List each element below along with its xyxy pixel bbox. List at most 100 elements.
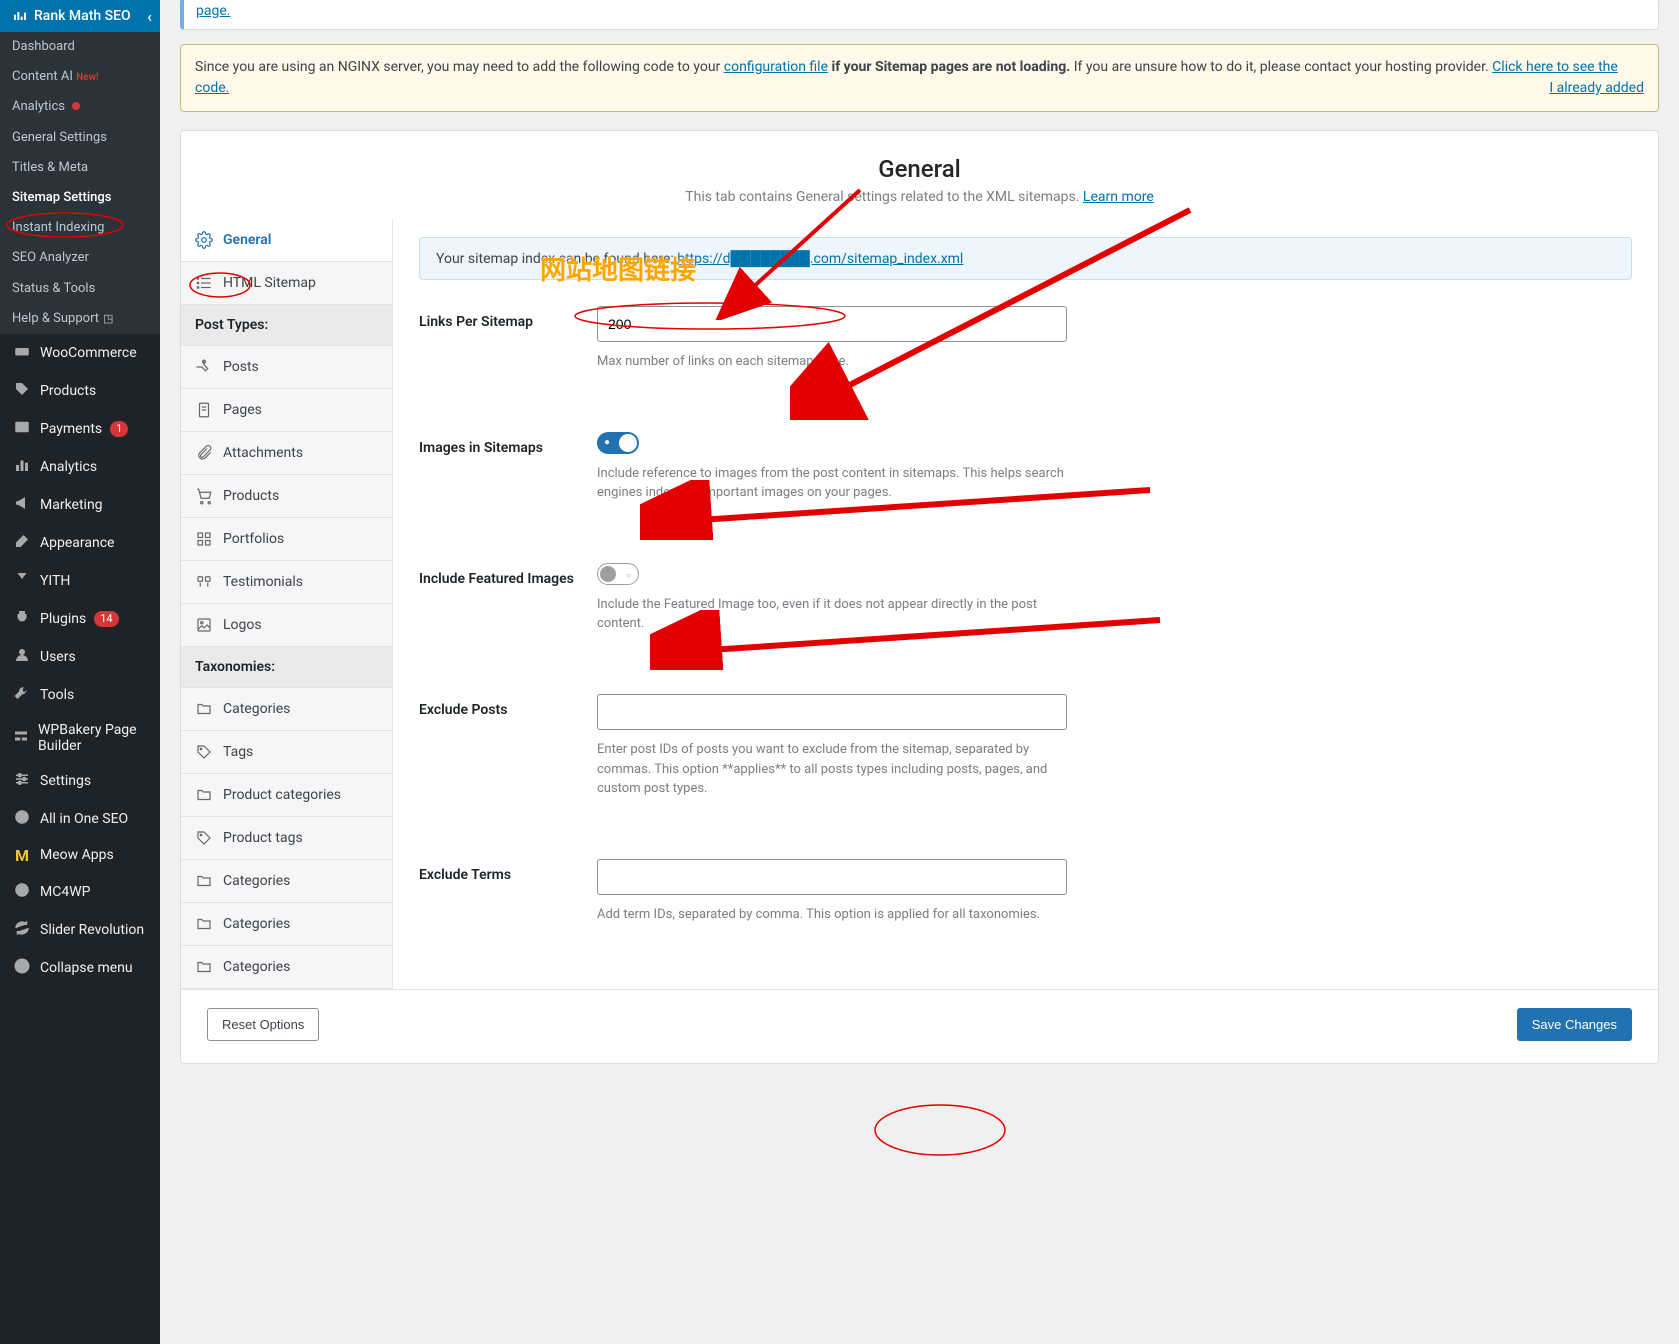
- card-footer: Reset Options Save Changes: [181, 989, 1658, 1063]
- sidebar-item-products[interactable]: Products: [0, 372, 160, 410]
- sidebar-item-collapse[interactable]: Collapse menu: [0, 949, 160, 987]
- tag-icon: [195, 829, 213, 847]
- tab-categories[interactable]: Categories: [181, 688, 392, 731]
- submenu-content-ai[interactable]: Content AI New!: [0, 62, 160, 92]
- sidebar-item-settings[interactable]: Settings: [0, 762, 160, 800]
- folder-icon: [195, 786, 213, 804]
- tab-product-categories[interactable]: Product categories: [181, 774, 392, 817]
- main-content: page. Since you are using an NGINX serve…: [160, 0, 1679, 1344]
- collapse-icon: [12, 957, 32, 979]
- sidebar-brand[interactable]: Rank Math SEO ‹: [0, 0, 160, 32]
- learn-more-link[interactable]: Learn more: [1083, 189, 1154, 205]
- links-input[interactable]: [597, 306, 1067, 342]
- submenu-instant-indexing[interactable]: Instant Indexing: [0, 213, 160, 243]
- exclude-terms-input[interactable]: [597, 859, 1067, 895]
- images-desc: Include reference to images from the pos…: [597, 464, 1067, 503]
- sidebar-item-payments[interactable]: $Payments1: [0, 410, 160, 448]
- already-added-link[interactable]: I already added: [1549, 78, 1644, 99]
- exclude-posts-input[interactable]: [597, 694, 1067, 730]
- reset-button[interactable]: Reset Options: [207, 1008, 319, 1041]
- sidebar-item-plugins[interactable]: Plugins14: [0, 600, 160, 638]
- toggle-i-icon: ●: [604, 436, 610, 450]
- meow-icon: M: [12, 846, 32, 865]
- plug-icon: [12, 608, 32, 630]
- sidebar-item-tools[interactable]: Tools: [0, 676, 160, 714]
- submenu-dashboard[interactable]: Dashboard: [0, 32, 160, 62]
- submenu-sitemap-settings[interactable]: Sitemap Settings: [0, 183, 160, 213]
- sitemap-info-box: Your sitemap index can be found here: ht…: [419, 237, 1632, 280]
- sidebar-item-analytics[interactable]: Analytics: [0, 448, 160, 486]
- sidebar-item-aioseo[interactable]: All in One SEO: [0, 800, 160, 838]
- sidebar-item-woocommerce[interactable]: WooCommerce: [0, 334, 160, 372]
- field-images-in-sitemaps: Images in Sitemaps ● Include reference t…: [419, 402, 1632, 533]
- pin-icon: [195, 358, 213, 376]
- settings-tabs: General HTML Sitemap Post Types: Posts P…: [181, 219, 393, 989]
- card-header: General This tab contains General settin…: [181, 131, 1658, 219]
- submenu-help-support[interactable]: Help & Support◳: [0, 304, 160, 334]
- woo-icon: [12, 342, 32, 364]
- notice-clip-link[interactable]: page.: [196, 3, 230, 19]
- featured-toggle[interactable]: ○: [597, 563, 639, 585]
- tab-attachments[interactable]: Attachments: [181, 432, 392, 475]
- field-exclude-terms: Exclude Terms Add term IDs, separated by…: [419, 829, 1632, 955]
- chart-icon: [12, 456, 32, 478]
- rankmath-icon: [12, 8, 28, 24]
- grid-icon: [195, 530, 213, 548]
- tab-categories-2[interactable]: Categories: [181, 860, 392, 903]
- folder-icon: [195, 872, 213, 890]
- tab-products[interactable]: Products: [181, 475, 392, 518]
- tab-categories-4[interactable]: Categories: [181, 946, 392, 989]
- sidebar-item-mc4wp[interactable]: MC4WP: [0, 873, 160, 911]
- page-title: General: [197, 155, 1642, 183]
- tab-html-sitemap[interactable]: HTML Sitemap: [181, 262, 392, 305]
- refresh-icon: [12, 919, 32, 941]
- submenu-status-tools[interactable]: Status & Tools: [0, 274, 160, 304]
- settings-card: General This tab contains General settin…: [180, 130, 1659, 1064]
- tab-product-tags[interactable]: Product tags: [181, 817, 392, 860]
- tab-general[interactable]: General: [181, 219, 392, 262]
- card-body: General HTML Sitemap Post Types: Posts P…: [181, 219, 1658, 989]
- tab-header-post-types: Post Types:: [181, 305, 392, 346]
- images-label: Images in Sitemaps: [419, 432, 577, 503]
- badge: 1: [110, 421, 128, 437]
- tab-portfolios[interactable]: Portfolios: [181, 518, 392, 561]
- submenu-analytics[interactable]: Analytics: [0, 92, 160, 122]
- submenu-seo-analyzer[interactable]: SEO Analyzer: [0, 243, 160, 273]
- svg-text:$: $: [20, 423, 24, 432]
- sidebar-item-slider[interactable]: Slider Revolution: [0, 911, 160, 949]
- aio-icon: [12, 808, 32, 830]
- submenu-general-settings[interactable]: General Settings: [0, 123, 160, 153]
- tab-testimonials[interactable]: Testimonials: [181, 561, 392, 604]
- tab-posts[interactable]: Posts: [181, 346, 392, 389]
- links-desc: Max number of links on each sitemap page…: [597, 352, 1067, 372]
- field-exclude-posts: Exclude Posts Enter post IDs of posts yo…: [419, 664, 1632, 829]
- sidebar-item-users[interactable]: Users: [0, 638, 160, 676]
- tab-categories-3[interactable]: Categories: [181, 903, 392, 946]
- sidebar-item-appearance[interactable]: Appearance: [0, 524, 160, 562]
- folder-icon: [195, 915, 213, 933]
- yith-icon: [12, 570, 32, 592]
- user-icon: [12, 646, 32, 668]
- tab-tags[interactable]: Tags: [181, 731, 392, 774]
- submenu-titles-meta[interactable]: Titles & Meta: [0, 153, 160, 183]
- exclude-posts-desc: Enter post IDs of posts you want to excl…: [597, 740, 1067, 799]
- config-file-link[interactable]: configuration file: [724, 59, 828, 75]
- sidebar-item-wpbakery[interactable]: WPBakery Page Builder: [0, 714, 160, 762]
- wrench-icon: [12, 684, 32, 706]
- images-toggle[interactable]: ●: [597, 432, 639, 454]
- folder-icon: [195, 700, 213, 718]
- tab-pages[interactable]: Pages: [181, 389, 392, 432]
- mc4-icon: [12, 881, 32, 903]
- tab-logos[interactable]: Logos: [181, 604, 392, 647]
- gear-icon: [195, 231, 213, 249]
- toggle-o-icon: ○: [626, 569, 631, 583]
- sidebar-item-marketing[interactable]: Marketing: [0, 486, 160, 524]
- dot-icon: [72, 102, 80, 110]
- sitemap-url-link[interactable]: https://d████████.com/sitemap_index.xml: [677, 251, 963, 267]
- sidebar-item-meow[interactable]: MMeow Apps: [0, 838, 160, 873]
- field-featured-images: Include Featured Images ○ Include the Fe…: [419, 533, 1632, 664]
- sidebar-item-yith[interactable]: YITH: [0, 562, 160, 600]
- save-button[interactable]: Save Changes: [1517, 1008, 1632, 1041]
- external-icon: ◳: [103, 312, 113, 325]
- tag-icon: [195, 743, 213, 761]
